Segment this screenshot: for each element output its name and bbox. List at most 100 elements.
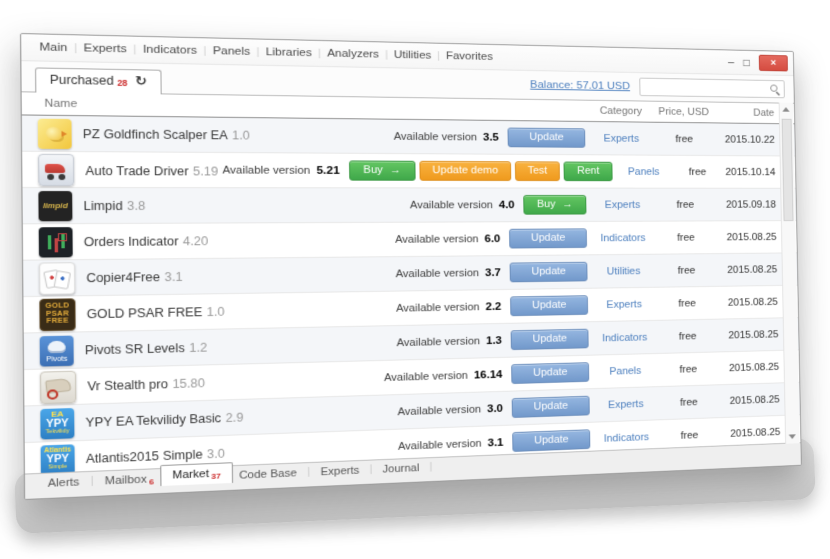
update-demo-button[interactable]: Update demo: [419, 161, 511, 181]
price-value: free: [662, 396, 716, 409]
product-name: Vr Stealth pro15.80: [87, 376, 205, 393]
product-row[interactable]: Auto Trade Driver5.19demo Available vers…: [22, 152, 795, 189]
scroll-up-icon[interactable]: [782, 107, 789, 112]
metatrader-market-window: Main | Experts | Indicators | Panels | Libraries…: [20, 33, 802, 500]
category-link[interactable]: Indicators: [590, 431, 662, 445]
bottom-tab-separator: |: [307, 463, 310, 478]
bottom-tab-experts[interactable]: Experts: [314, 461, 365, 479]
tab-separator: |: [133, 44, 136, 55]
category-link[interactable]: Experts: [586, 199, 658, 210]
category-link[interactable]: Utilities: [587, 265, 659, 277]
tab-main[interactable]: Main: [39, 41, 67, 54]
product-name: Orders Indicator4.20: [84, 234, 209, 249]
action-buttons: Update: [512, 396, 590, 418]
search-input[interactable]: [644, 80, 769, 95]
category-link[interactable]: Indicators: [587, 232, 659, 244]
product-name: Pivots SR Levels1.2: [85, 340, 208, 357]
bottom-tab-code-base[interactable]: Code Base: [232, 463, 303, 482]
bottom-tab-separator: |: [369, 461, 372, 476]
tab-separator: |: [437, 51, 440, 61]
category-link[interactable]: Panels: [589, 364, 661, 377]
marketing-stage: Main | Experts | Indicators | Panels | Libraries…: [0, 0, 830, 559]
search-box: [639, 78, 785, 99]
price-value: free: [661, 330, 715, 342]
search-icon[interactable]: [769, 84, 780, 95]
minimize-button[interactable]: –: [728, 57, 734, 68]
available-version-label: Available version 1.3: [396, 335, 501, 349]
update-button[interactable]: Update: [512, 429, 590, 452]
action-buttons: Update: [511, 362, 589, 384]
tab-favorites[interactable]: Favorites: [446, 50, 493, 62]
close-button[interactable]: ×: [759, 55, 788, 72]
orders-chart-icon: [39, 227, 73, 257]
product-name: GOLD PSAR FREE1.0: [87, 304, 225, 320]
maximize-button[interactable]: □: [743, 57, 750, 68]
update-button[interactable]: Update: [511, 329, 589, 351]
update-button[interactable]: Update: [509, 228, 587, 248]
date-value: 2015.08.25: [716, 426, 780, 439]
column-header-date[interactable]: Date: [710, 107, 774, 119]
column-header-category[interactable]: Category: [585, 105, 657, 117]
available-version-label: Available version 3.7: [396, 267, 501, 280]
bottom-tab-market[interactable]: Market37: [160, 462, 232, 486]
action-buttons: Update: [507, 127, 585, 147]
bottom-tab-journal[interactable]: Journal: [376, 458, 425, 475]
tab-separator: |: [257, 47, 260, 58]
column-header-price[interactable]: Price, USD: [657, 106, 711, 118]
goldfinch-bird-icon: [38, 118, 72, 148]
available-version-label: Available version 3.0: [397, 403, 503, 418]
tab-utilities[interactable]: Utilities: [394, 49, 432, 61]
category-link[interactable]: Experts: [588, 298, 660, 310]
scrollbar-thumb[interactable]: [782, 119, 794, 221]
market-category-tabs: Main | Experts | Indicators | Panels | Libraries…: [39, 41, 493, 62]
available-version-label: Available version 4.0: [410, 199, 515, 211]
column-header-name[interactable]: Name: [44, 98, 77, 110]
rent-button[interactable]: Rent: [564, 161, 613, 181]
bottom-tab-mailbox[interactable]: Mailbox6: [98, 469, 161, 488]
update-button[interactable]: Update: [510, 262, 588, 283]
scroll-down-icon[interactable]: [789, 434, 796, 439]
product-name: PZ Goldfinch Scalper EA1.0: [83, 127, 250, 142]
test-button[interactable]: Test: [515, 161, 560, 181]
tab-analyzers[interactable]: Analyzers: [327, 48, 379, 61]
update-button[interactable]: Update: [512, 396, 590, 418]
unread-count-badge: 37: [211, 472, 221, 481]
bottom-tab-alerts[interactable]: Alerts: [41, 472, 86, 490]
product-list: PZ Goldfinch Scalper EA1.0 Available ver…: [22, 115, 801, 488]
purchased-count-badge: 28: [117, 78, 128, 88]
refresh-icon[interactable]: ↻: [135, 74, 147, 87]
balance-link[interactable]: Balance: 57.01 USD: [530, 79, 630, 92]
buy-button[interactable]: Buy→: [349, 160, 416, 180]
product-name: Auto Trade Driver5.19demo: [85, 162, 222, 178]
tab-purchased[interactable]: Purchased 28 ↻: [35, 67, 161, 94]
balance-search-group: Balance: 57.01 USD: [530, 76, 785, 99]
price-value: free: [674, 166, 720, 177]
tab-libraries[interactable]: Libraries: [266, 46, 312, 59]
category-link[interactable]: Indicators: [588, 331, 660, 344]
update-button[interactable]: Update: [510, 295, 588, 316]
update-button[interactable]: Update: [511, 362, 589, 384]
bottom-tab-separator: |: [429, 458, 432, 472]
product-name: Copier4Free3.1: [86, 270, 182, 285]
update-button[interactable]: Update: [507, 127, 585, 147]
price-value: free: [659, 265, 713, 277]
action-buttons: Buy→Update demoTestRent: [349, 160, 613, 181]
action-buttons: Buy→: [523, 195, 586, 215]
tab-indicators[interactable]: Indicators: [143, 44, 197, 57]
price-value: free: [661, 363, 715, 376]
product-name: Limpid3.8: [83, 199, 145, 213]
action-buttons: Update: [510, 262, 588, 283]
price-value: free: [659, 232, 713, 243]
product-row[interactable]: limpid Limpid3.8 Available version 4.0 B…: [22, 188, 796, 224]
tab-separator: |: [318, 48, 321, 59]
category-link[interactable]: Experts: [590, 398, 662, 412]
price-value: free: [662, 429, 716, 442]
category-link[interactable]: Panels: [613, 166, 675, 177]
category-link[interactable]: Experts: [585, 133, 657, 145]
tab-panels[interactable]: Panels: [213, 45, 251, 57]
action-buttons: Update: [512, 429, 590, 452]
date-value: 2015.10.22: [711, 134, 775, 145]
tab-experts[interactable]: Experts: [84, 42, 127, 55]
buy-button[interactable]: Buy→: [523, 195, 586, 215]
race-kart-icon: [38, 153, 74, 185]
